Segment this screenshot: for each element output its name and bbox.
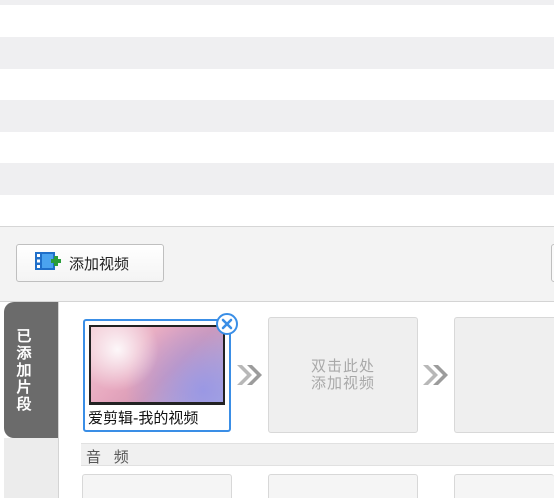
double-chevron-right-icon bbox=[235, 362, 265, 388]
side-strip bbox=[4, 438, 58, 498]
audio-slot[interactable] bbox=[268, 474, 418, 498]
clip-toolbar: 添加视频 bbox=[0, 227, 554, 302]
empty-video-slot[interactable] bbox=[454, 317, 554, 433]
tab-char: 已 bbox=[16, 326, 32, 345]
empty-slot-line: 添加视频 bbox=[310, 374, 375, 392]
media-list bbox=[0, 0, 554, 227]
list-row bbox=[0, 37, 554, 69]
audio-slot[interactable] bbox=[82, 474, 232, 498]
list-row bbox=[0, 195, 554, 227]
clip-title: 爱剪辑-我的视频 bbox=[88, 409, 199, 427]
close-icon[interactable] bbox=[216, 313, 238, 335]
audio-slot[interactable] bbox=[454, 474, 554, 498]
tab-char: 添 bbox=[16, 343, 32, 362]
audio-label: 音 频 bbox=[86, 448, 133, 466]
empty-slot-text: 双击此处 添加视频 bbox=[311, 358, 375, 392]
empty-slot-line: 双击此处 bbox=[310, 357, 375, 375]
tab-char: 加 bbox=[16, 360, 32, 379]
tab-char: 段 bbox=[16, 394, 32, 413]
list-row bbox=[0, 5, 554, 37]
add-video-label: 添加视频 bbox=[69, 254, 130, 273]
list-row bbox=[0, 100, 554, 132]
tab-char: 片 bbox=[16, 377, 32, 396]
list-row bbox=[0, 163, 554, 195]
added-clips-tab[interactable]: 已 添 加 片 段 bbox=[4, 302, 58, 438]
list-row bbox=[0, 69, 554, 100]
audio-section-header: 音 频 bbox=[81, 443, 554, 466]
video-clip-card[interactable]: 爱剪辑-我的视频 bbox=[83, 319, 231, 432]
list-row bbox=[0, 132, 554, 163]
film-add-icon bbox=[35, 250, 61, 276]
add-video-button[interactable]: 添加视频 bbox=[16, 244, 164, 282]
empty-video-slot[interactable]: 双击此处 添加视频 bbox=[268, 317, 418, 433]
double-chevron-right-icon bbox=[421, 362, 451, 388]
clip-thumbnail bbox=[89, 325, 225, 405]
